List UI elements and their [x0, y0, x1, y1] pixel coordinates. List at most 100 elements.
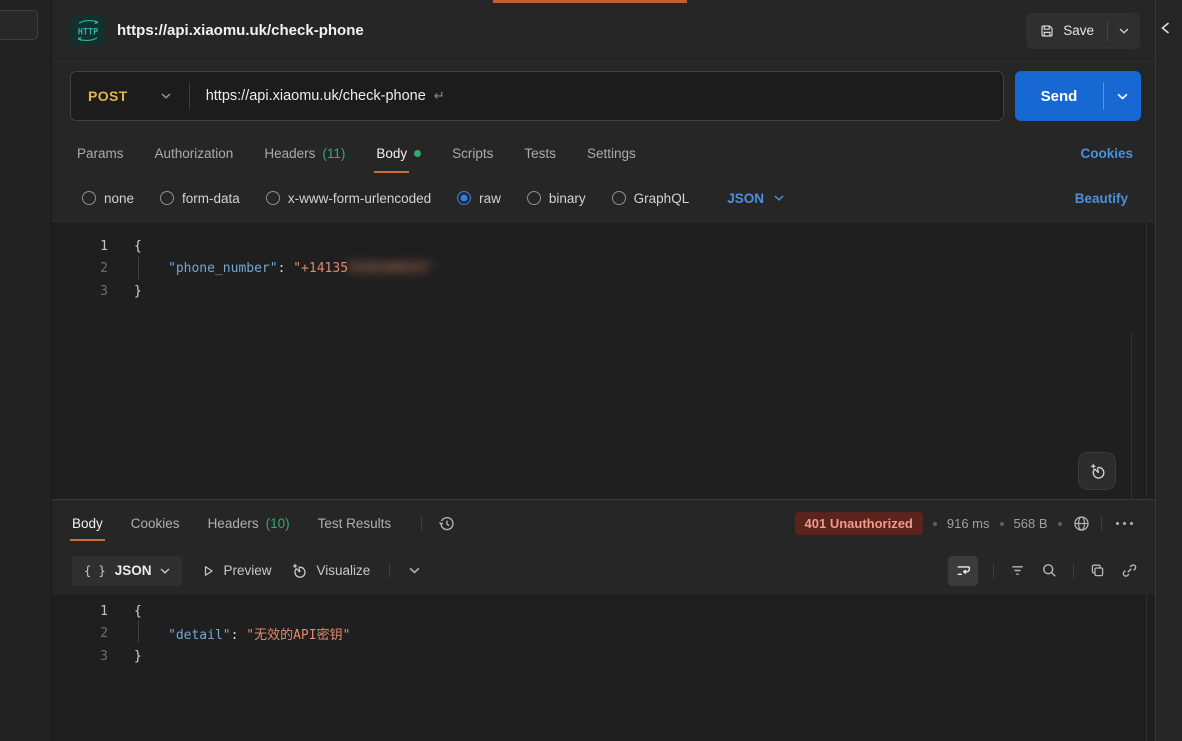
radio-indicator [82, 191, 96, 205]
language-select[interactable]: JSON [727, 191, 784, 206]
response-time[interactable]: 916 ms [947, 516, 990, 531]
visualize-button[interactable]: Visualize [290, 562, 370, 580]
wrap-text-button[interactable] [948, 556, 978, 586]
request-tabs: Params Authorization Headers (11) Body S… [52, 132, 1155, 175]
radio-indicator [612, 191, 626, 205]
method-label: POST [88, 88, 128, 104]
code-line: 3 } [52, 645, 1155, 668]
network-info-button[interactable] [1072, 514, 1091, 533]
response-tab-body[interactable]: Body [72, 516, 103, 531]
tab-body[interactable]: Body [376, 146, 421, 161]
response-tab-test-results[interactable]: Test Results [318, 516, 392, 531]
copy-button[interactable] [1089, 562, 1106, 579]
body-type-raw[interactable]: raw [457, 191, 501, 206]
tab-params[interactable]: Params [77, 146, 124, 161]
editor-scrollbar-track[interactable] [1131, 333, 1132, 499]
dot [1123, 522, 1127, 526]
send-button[interactable]: Send [1015, 71, 1141, 121]
radio-indicator [266, 191, 280, 205]
divider [1073, 563, 1074, 578]
body-type-bar: none form-data x-www-form-urlencoded raw… [52, 175, 1155, 222]
response-format-select[interactable]: { } JSON [72, 556, 182, 586]
method-select[interactable]: POST [71, 88, 189, 104]
braces-icon: { } [84, 564, 106, 578]
code-line: 2 "phone_number": "+141355550100555" [52, 258, 1155, 281]
main-panel: HTTP https://api.xiaomu.uk/check-phone S… [52, 0, 1155, 741]
json-key: "detail" [168, 628, 231, 643]
code-line: 2 "detail": "无效的API密钥" [52, 623, 1155, 646]
body-type-urlencoded[interactable]: x-www-form-urlencoded [266, 191, 431, 206]
tab-headers[interactable]: Headers (11) [264, 146, 345, 161]
save-button[interactable]: Save [1026, 13, 1140, 49]
active-tab-accent-bar [493, 0, 687, 3]
enter-key-hint: ↵ [434, 88, 445, 104]
response-headers-count: (10) [266, 516, 290, 531]
divider [993, 563, 994, 578]
save-icon [1039, 23, 1055, 39]
code-line: 1 { [52, 235, 1155, 258]
link-button[interactable] [1121, 562, 1138, 579]
tab-settings[interactable]: Settings [587, 146, 636, 161]
chevron-down-icon [161, 93, 171, 99]
status-badge[interactable]: 401 Unauthorized [795, 512, 923, 535]
tab-tests[interactable]: Tests [524, 146, 556, 161]
body-type-graphql[interactable]: GraphQL [612, 191, 690, 206]
radio-indicator [160, 191, 174, 205]
response-meta: 401 Unauthorized 916 ms 568 B [795, 512, 1137, 535]
app-window: HTTP https://api.xiaomu.uk/check-phone S… [0, 0, 1182, 741]
body-type-binary[interactable]: binary [527, 191, 586, 206]
link-icon [1121, 562, 1138, 579]
response-header: Body Cookies Headers (10) Test Results 4… [52, 500, 1155, 547]
filter-icon [1009, 562, 1026, 579]
postbot-button[interactable] [1078, 452, 1116, 490]
chevron-down-icon [1117, 93, 1128, 100]
request-title: https://api.xiaomu.uk/check-phone [117, 22, 364, 39]
radio-indicator-selected [457, 191, 471, 205]
body-type-none[interactable]: none [82, 191, 134, 206]
history-clock-icon [438, 515, 456, 533]
chevron-down-icon [1119, 28, 1129, 34]
response-tab-cookies[interactable]: Cookies [131, 516, 180, 531]
response-more-menu[interactable] [1112, 522, 1138, 526]
search-icon [1041, 562, 1058, 579]
send-options-button[interactable] [1104, 71, 1141, 121]
chevron-down-icon [160, 568, 170, 574]
request-url-row: POST https://api.xiaomu.uk/check-phone ↵… [52, 62, 1155, 132]
response-body-editor[interactable]: 1 { 2 "detail": "无效的API密钥" 3 } [52, 594, 1155, 741]
cookies-link[interactable]: Cookies [1080, 146, 1133, 161]
tab-authorization[interactable]: Authorization [155, 146, 234, 161]
left-sidebar-rail [0, 0, 52, 741]
sidebar-collapsed-tab[interactable] [0, 10, 38, 40]
save-options-button[interactable] [1108, 13, 1140, 49]
send-button-label[interactable]: Send [1015, 71, 1103, 121]
editor-scrollbar[interactable] [1146, 594, 1147, 741]
request-body-editor[interactable]: 1 { 2 "phone_number": "+141355550100555"… [52, 222, 1155, 500]
dot [1116, 522, 1120, 526]
filter-button[interactable] [1009, 562, 1026, 579]
separator-dot [933, 522, 937, 526]
editor-scrollbar[interactable] [1146, 222, 1147, 499]
response-history-button[interactable] [438, 515, 456, 533]
collapse-panel-button[interactable] [1161, 22, 1170, 34]
separator-dot [1000, 522, 1004, 526]
chevron-left-icon [1161, 22, 1170, 34]
code-line: 3 } [52, 280, 1155, 303]
preview-button[interactable]: Preview [201, 563, 271, 578]
http-badge-label: HTTP [78, 28, 98, 38]
beautify-link[interactable]: Beautify [1075, 191, 1128, 206]
visualize-options-button[interactable] [409, 567, 420, 574]
search-button[interactable] [1041, 562, 1058, 579]
save-button-label: Save [1063, 23, 1094, 38]
postbot-sparkle-icon [1088, 462, 1107, 481]
tab-scripts[interactable]: Scripts [452, 146, 493, 161]
url-input[interactable]: https://api.xiaomu.uk/check-phone ↵ [190, 88, 445, 104]
play-icon [201, 564, 215, 578]
dot [1130, 522, 1134, 526]
response-tab-headers[interactable]: Headers (10) [208, 516, 290, 531]
visualize-sparkle-icon [290, 562, 308, 580]
body-modified-dot [414, 150, 421, 157]
save-button-main[interactable]: Save [1026, 13, 1107, 49]
body-type-form-data[interactable]: form-data [160, 191, 240, 206]
response-size[interactable]: 568 B [1014, 516, 1048, 531]
json-value: "+14135 [293, 261, 348, 276]
